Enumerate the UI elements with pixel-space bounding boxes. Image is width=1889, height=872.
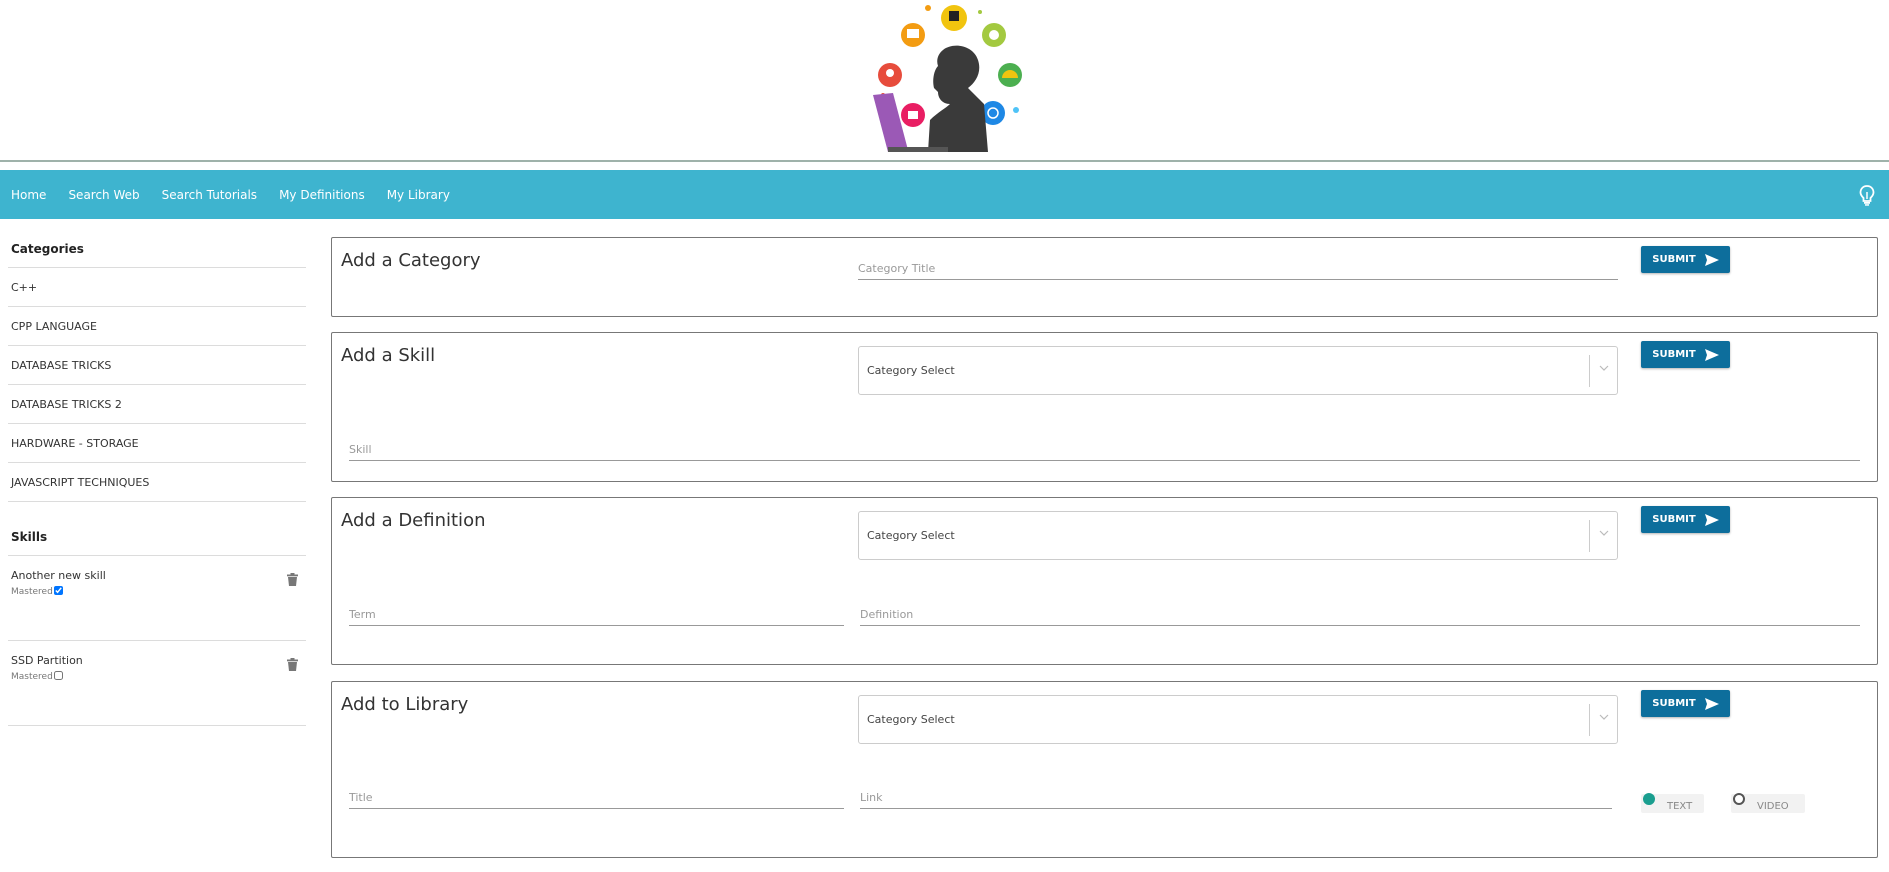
- category-select[interactable]: Category Select: [858, 346, 1618, 395]
- mastered-toggle: Mastered: [11, 585, 303, 597]
- add-library-card: Add to Library Category Select TEXT VIDE…: [331, 681, 1878, 858]
- category-select[interactable]: Category Select: [858, 511, 1618, 560]
- send-icon: [1704, 253, 1719, 266]
- category-select[interactable]: Category Select: [858, 695, 1618, 744]
- category-item-hardware-storage[interactable]: HARDWARE - STORAGE: [8, 424, 306, 463]
- nav-home[interactable]: Home: [11, 188, 46, 202]
- radio-label: TEXT: [1667, 801, 1693, 812]
- submit-label: SUBMIT: [1652, 349, 1696, 360]
- title-input[interactable]: [349, 787, 844, 809]
- nav-my-library[interactable]: My Library: [387, 188, 450, 202]
- card-title: Add a Skill: [341, 345, 436, 366]
- submit-button[interactable]: SUBMIT: [1641, 246, 1730, 273]
- mastered-label: Mastered: [11, 587, 53, 597]
- category-title-input[interactable]: [858, 258, 1618, 280]
- select-divider: [1589, 520, 1590, 552]
- lightbulb-icon[interactable]: [1859, 185, 1875, 210]
- category-item-cpp[interactable]: C++: [8, 268, 306, 307]
- add-definition-card: Add a Definition Category Select SUBMIT: [331, 497, 1878, 665]
- card-title: Add a Category: [341, 250, 481, 271]
- link-input[interactable]: [860, 787, 1612, 809]
- categories-heading: Categories: [8, 232, 306, 268]
- chevron-down-icon: [1599, 530, 1609, 536]
- radio-unselected-icon: [1733, 793, 1745, 805]
- skill-name: Another new skill: [11, 569, 106, 582]
- submit-label: SUBMIT: [1652, 698, 1696, 709]
- chevron-down-icon: [1599, 365, 1609, 371]
- trash-icon[interactable]: [287, 656, 298, 675]
- nav-search-web[interactable]: Search Web: [68, 188, 139, 202]
- header: [0, 0, 1889, 160]
- add-skill-card: Add a Skill Category Select SUBMIT: [331, 332, 1878, 482]
- skill-name: SSD Partition: [11, 654, 83, 667]
- submit-label: SUBMIT: [1652, 514, 1696, 525]
- sidebar: Categories C++ CPP LANGUAGE DATABASE TRI…: [8, 232, 306, 726]
- select-value: Category Select: [867, 364, 955, 377]
- send-icon: [1704, 697, 1719, 710]
- definition-input[interactable]: [860, 604, 1860, 626]
- category-item-database-tricks-2[interactable]: DATABASE TRICKS 2: [8, 385, 306, 424]
- skill-row: Another new skill Mastered: [8, 556, 306, 641]
- card-title: Add to Library: [341, 694, 469, 715]
- type-radio-video[interactable]: VIDEO: [1731, 793, 1805, 813]
- send-icon: [1704, 348, 1719, 361]
- category-item-cpp-language[interactable]: CPP LANGUAGE: [8, 307, 306, 346]
- trash-icon[interactable]: [287, 571, 298, 590]
- radio-label: VIDEO: [1757, 801, 1789, 812]
- select-value: Category Select: [867, 529, 955, 542]
- nav-search-tutorials[interactable]: Search Tutorials: [162, 188, 257, 202]
- radio-selected-icon: [1643, 793, 1655, 805]
- send-icon: [1704, 513, 1719, 526]
- chevron-down-icon: [1599, 714, 1609, 720]
- submit-label: SUBMIT: [1652, 254, 1696, 265]
- term-input[interactable]: [349, 604, 844, 626]
- nav-my-definitions[interactable]: My Definitions: [279, 188, 365, 202]
- mastered-checkbox[interactable]: [53, 670, 63, 680]
- skill-row: SSD Partition Mastered: [8, 641, 306, 726]
- card-title: Add a Definition: [341, 510, 486, 531]
- category-item-javascript-techniques[interactable]: JAVASCRIPT TECHNIQUES: [8, 463, 306, 502]
- submit-button[interactable]: SUBMIT: [1641, 506, 1730, 533]
- select-divider: [1589, 704, 1590, 736]
- select-divider: [1589, 355, 1590, 387]
- submit-button[interactable]: SUBMIT: [1641, 690, 1730, 717]
- header-divider: [0, 160, 1889, 162]
- top-navbar: Home Search Web Search Tutorials My Defi…: [0, 170, 1889, 219]
- skill-input[interactable]: [349, 439, 1860, 461]
- mastered-label: Mastered: [11, 672, 53, 682]
- select-value: Category Select: [867, 713, 955, 726]
- mastered-checkbox[interactable]: [53, 585, 63, 595]
- add-category-card: Add a Category SUBMIT: [331, 237, 1878, 317]
- submit-button[interactable]: SUBMIT: [1641, 341, 1730, 368]
- skills-heading: Skills: [8, 520, 306, 556]
- mastered-toggle: Mastered: [11, 670, 303, 682]
- type-radio-text[interactable]: TEXT: [1641, 793, 1704, 813]
- logo-illustration: [873, 5, 1022, 153]
- category-item-database-tricks[interactable]: DATABASE TRICKS: [8, 346, 306, 385]
